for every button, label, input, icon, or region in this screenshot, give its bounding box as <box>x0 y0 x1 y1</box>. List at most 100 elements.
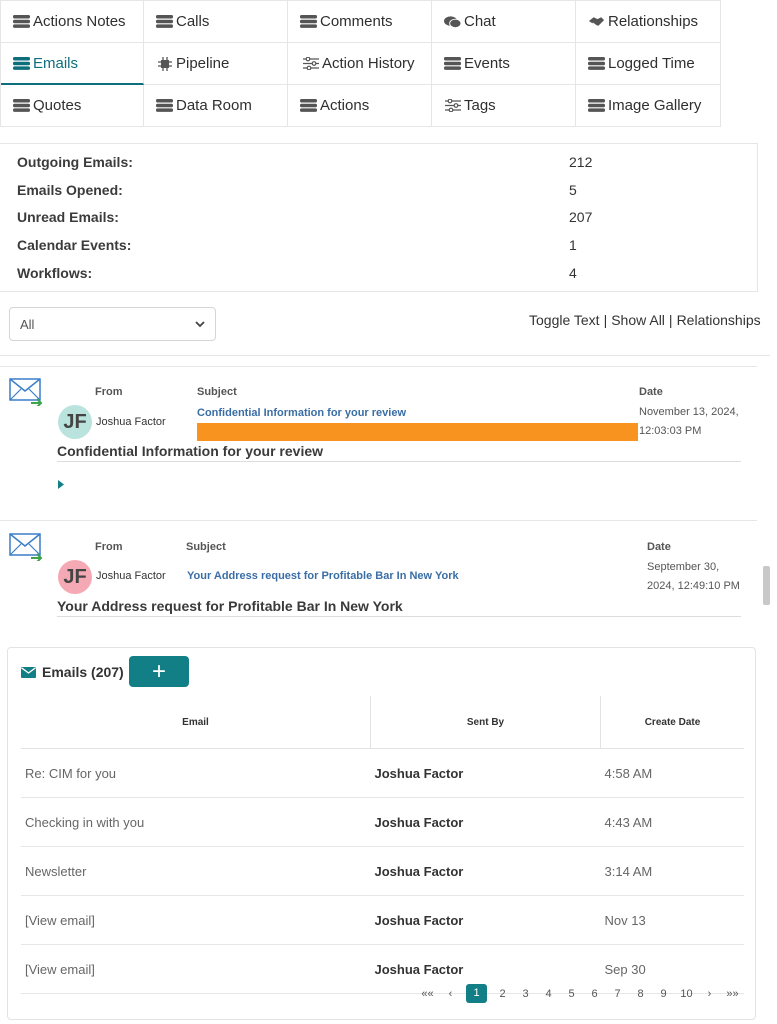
toggle-text-link[interactable]: Toggle Text <box>529 312 600 328</box>
email-subject-link[interactable]: Confidential Information for your review <box>197 407 406 419</box>
tab-label: Image Gallery <box>608 97 702 114</box>
email-cell[interactable]: Newsletter <box>21 846 371 896</box>
sender-name: Joshua Factor <box>96 570 166 582</box>
page-2-button[interactable]: 2 <box>491 988 514 1000</box>
stack-icon <box>13 98 30 113</box>
chevron-down-icon <box>195 320 205 328</box>
divider <box>57 461 741 462</box>
tab-logged-time[interactable]: Logged Time <box>576 43 721 85</box>
first-page-button[interactable]: «« <box>416 988 439 1000</box>
page-3-button[interactable]: 3 <box>514 988 537 1000</box>
stat-value: 5 <box>569 181 577 198</box>
stat-label: Emails Opened: <box>17 181 123 198</box>
tab-tags[interactable]: Tags <box>432 85 576 127</box>
stack-icon <box>588 56 605 71</box>
show-all-link[interactable]: Show All <box>611 312 665 328</box>
stack-icon <box>588 98 605 113</box>
tab-label: Actions <box>320 97 370 114</box>
stat-row: Outgoing Emails: 212 <box>17 154 757 178</box>
stack-icon <box>13 14 30 29</box>
tab-image-gallery[interactable]: Image Gallery <box>576 85 721 127</box>
email-cell[interactable]: Checking in with you <box>21 797 371 847</box>
stat-value: 212 <box>569 154 593 170</box>
filter-select[interactable]: All <box>9 307 216 341</box>
stat-value: 207 <box>569 209 593 226</box>
tab-data-room[interactable]: Data Room <box>144 85 288 127</box>
tab-label: Action History <box>322 55 415 72</box>
tab-label: Logged Time <box>608 55 695 72</box>
from-header: From <box>95 386 123 398</box>
page-8-button[interactable]: 8 <box>629 988 652 1000</box>
tab-events[interactable]: Events <box>432 43 576 85</box>
tab-calls[interactable]: Calls <box>144 1 288 43</box>
last-page-button[interactable]: »» <box>721 988 744 1000</box>
envelope-arrow-icon <box>9 378 43 406</box>
page-4-button[interactable]: 4 <box>537 988 560 1000</box>
table-header-row: Email Sent By Create Date <box>21 696 744 749</box>
expand-caret-icon[interactable] <box>58 480 64 489</box>
page-7-button[interactable]: 7 <box>606 988 629 1000</box>
subject-header: Subject <box>197 386 237 398</box>
date-line: 12:03:03 PM <box>639 425 702 437</box>
from-header: From <box>95 541 123 553</box>
tab-relationships[interactable]: Relationships <box>576 1 721 43</box>
separator: | <box>668 312 673 328</box>
stack-icon <box>300 98 317 113</box>
column-header-email[interactable]: Email <box>21 696 371 749</box>
add-email-button[interactable]: + <box>129 656 189 687</box>
email-stats: Outgoing Emails: 212 Emails Opened: 5 Unread… <box>0 143 758 292</box>
sliders-icon <box>302 56 319 71</box>
column-header-create-date[interactable]: Create Date <box>600 696 744 749</box>
tab-emails[interactable]: Emails <box>1 43 144 85</box>
sliders-icon <box>444 98 461 113</box>
highlight-bar <box>197 423 638 441</box>
stack-icon <box>444 56 461 71</box>
prev-page-button[interactable]: ‹ <box>439 988 462 1000</box>
stat-label: Workflows: <box>17 264 93 281</box>
page-6-button[interactable]: 6 <box>583 988 606 1000</box>
subject-header: Subject <box>186 541 226 553</box>
stack-icon <box>156 14 173 29</box>
email-cell[interactable]: Re: CIM for you <box>21 748 371 798</box>
tab-label: Tags <box>464 97 496 114</box>
date-header: Date <box>639 386 663 398</box>
page-1-button[interactable]: 1 <box>466 984 487 1003</box>
table-row[interactable]: Re: CIM for you Joshua Factor 4:58 AM <box>21 748 744 798</box>
tab-pipeline[interactable]: Pipeline <box>144 43 288 85</box>
tab-label: Calls <box>176 13 210 30</box>
relationships-link[interactable]: Relationships <box>677 312 761 328</box>
scrollbar-thumb[interactable] <box>763 566 770 605</box>
tab-label: Data Room <box>176 97 252 114</box>
tab-label: Events <box>464 55 510 72</box>
tab-label: Relationships <box>608 13 699 30</box>
page-10-button[interactable]: 10 <box>675 988 698 1000</box>
stat-row: Workflows: 4 <box>17 265 757 289</box>
email-cell[interactable]: [View email] <box>21 944 371 994</box>
page-5-button[interactable]: 5 <box>560 988 583 1000</box>
tab-chat[interactable]: Chat <box>432 1 576 43</box>
table-row[interactable]: Checking in with you Joshua Factor 4:43 AM <box>21 797 744 847</box>
email-cell[interactable]: [View email] <box>21 895 371 945</box>
table-row[interactable]: Newsletter Joshua Factor 3:14 AM <box>21 846 744 896</box>
tab-action-history[interactable]: Action History <box>288 43 432 85</box>
tab-quotes[interactable]: Quotes <box>1 85 144 127</box>
next-page-button[interactable]: › <box>698 988 721 1000</box>
email-title: Confidential Information for your review <box>57 443 324 459</box>
tab-actions-notes[interactable]: Actions Notes <box>1 1 144 43</box>
column-header-sent-by[interactable]: Sent By <box>370 696 601 749</box>
table-row[interactable]: [View email] Joshua Factor Nov 13 <box>21 895 744 945</box>
stat-row: Calendar Events: 1 <box>17 237 757 261</box>
chat-icon <box>444 14 461 29</box>
page-9-button[interactable]: 9 <box>652 988 675 1000</box>
emails-panel: Emails (207) + Email Sent By Create Date… <box>7 647 756 1020</box>
envelope-icon <box>21 666 36 678</box>
tab-comments[interactable]: Comments <box>288 1 432 43</box>
sent-by-cell: Joshua Factor <box>370 797 601 847</box>
panel-title-text: Emails (207) <box>42 664 124 680</box>
separator: | <box>603 312 608 328</box>
tab-label: Pipeline <box>176 55 230 72</box>
create-date-cell: 3:14 AM <box>600 846 744 896</box>
tab-actions[interactable]: Actions <box>288 85 432 127</box>
date-header: Date <box>647 541 671 553</box>
email-subject-link[interactable]: Your Address request for Profitable Bar … <box>187 570 459 582</box>
